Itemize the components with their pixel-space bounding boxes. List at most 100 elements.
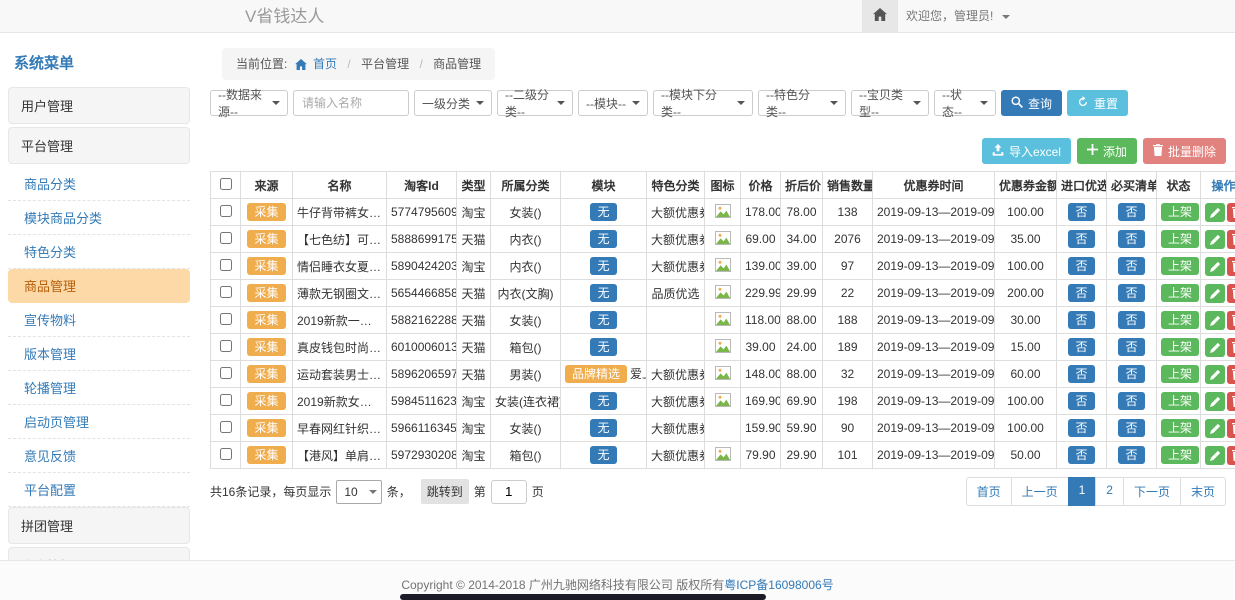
sidebar-item[interactable]: 宣传物料 [8,303,190,337]
imported-toggle[interactable]: 否 [1068,392,1094,410]
status-button[interactable]: 上架 [1161,338,1199,356]
delete-button[interactable] [1227,338,1235,357]
sidebar-item[interactable]: 启动页管理 [8,405,190,439]
delete-button[interactable] [1227,365,1235,384]
breadcrumb-home-link[interactable]: 首页 [313,57,337,71]
imported-toggle[interactable]: 否 [1068,419,1094,437]
imported-toggle[interactable]: 否 [1068,257,1094,275]
must-buy-toggle[interactable]: 否 [1118,230,1144,248]
sidebar-item[interactable]: 模块商品分类 [8,201,190,235]
sidebar-item[interactable]: 商品分类 [8,167,190,201]
edit-button[interactable] [1205,419,1225,438]
delete-button[interactable] [1227,284,1235,303]
filter-select[interactable]: --数据来源-- [210,90,288,116]
row-checkbox[interactable] [220,205,232,217]
delete-button[interactable] [1227,419,1235,438]
must-buy-toggle[interactable]: 否 [1118,338,1144,356]
status-button[interactable]: 上架 [1161,257,1199,275]
must-buy-toggle[interactable]: 否 [1118,311,1144,329]
edit-button[interactable] [1205,338,1225,357]
delete-button[interactable] [1227,257,1235,276]
imported-toggle[interactable]: 否 [1068,230,1094,248]
status-button[interactable]: 上架 [1161,365,1199,383]
row-checkbox[interactable] [220,340,232,352]
imported-toggle[interactable]: 否 [1068,284,1094,302]
edit-button[interactable] [1205,311,1225,330]
filter-select[interactable]: --模块-- [578,90,648,116]
sidebar-item[interactable]: 平台配置 [8,473,190,507]
edit-button[interactable] [1205,365,1225,384]
home-button[interactable] [862,0,898,32]
delete-button[interactable] [1227,446,1235,465]
row-checkbox[interactable] [220,394,232,406]
imported-toggle[interactable]: 否 [1068,203,1094,221]
imported-toggle[interactable]: 否 [1068,311,1094,329]
filter-select[interactable]: --模块下分类-- [653,90,753,116]
filter-select[interactable]: 一级分类 [414,90,492,116]
must-buy-toggle[interactable]: 否 [1118,419,1144,437]
jump-button[interactable]: 跳转到 [421,479,469,504]
status-button[interactable]: 上架 [1161,419,1199,437]
icp-link[interactable]: 粤ICP备16098006号 [724,578,833,592]
status-button[interactable]: 上架 [1161,230,1199,248]
filter-select[interactable]: --二级分类-- [497,90,573,116]
delete-button[interactable] [1227,230,1235,249]
page-button[interactable]: 上一页 [1011,477,1069,506]
status-button[interactable]: 上架 [1161,392,1199,410]
select-all-checkbox[interactable] [220,178,232,190]
jump-page-input[interactable] [491,480,527,504]
sidebar-item[interactable]: 平台管理 [8,127,190,164]
row-checkbox[interactable] [220,232,232,244]
sidebar-item[interactable]: 轮播管理 [8,371,190,405]
sidebar-item[interactable]: 特色分类 [8,235,190,269]
page-button[interactable]: 1 [1068,477,1097,506]
import-excel-button[interactable]: 导入excel [982,138,1071,164]
page-button[interactable]: 首页 [966,477,1012,506]
sidebar-item[interactable]: 版本管理 [8,337,190,371]
must-buy-toggle[interactable]: 否 [1118,284,1144,302]
must-buy-toggle[interactable]: 否 [1118,446,1144,464]
must-buy-toggle[interactable]: 否 [1118,392,1144,410]
status-button[interactable]: 上架 [1161,446,1199,464]
delete-button[interactable] [1227,311,1235,330]
page-button[interactable]: 末页 [1180,477,1226,506]
row-checkbox[interactable] [220,259,232,271]
user-menu[interactable]: 欢迎您，管理员! [906,0,1010,32]
sidebar-item[interactable]: 拼团管理 [8,507,190,544]
add-button[interactable]: 添加 [1077,138,1137,164]
delete-button[interactable] [1227,203,1235,222]
filter-select[interactable]: --宝贝类型-- [851,90,929,116]
row-checkbox[interactable] [220,448,232,460]
sidebar-item-active[interactable]: 商品管理 [8,269,190,303]
scrollbar-thumb[interactable] [400,594,766,600]
imported-toggle[interactable]: 否 [1068,446,1094,464]
search-input[interactable] [293,90,409,116]
batch-delete-button[interactable]: 批量删除 [1143,138,1226,164]
must-buy-toggle[interactable]: 否 [1118,365,1144,383]
filter-select[interactable]: --特色分类-- [758,90,846,116]
edit-button[interactable] [1205,257,1225,276]
filter-select[interactable]: --状态-- [934,90,996,116]
must-buy-toggle[interactable]: 否 [1118,257,1144,275]
must-buy-toggle[interactable]: 否 [1118,203,1144,221]
status-button[interactable]: 上架 [1161,203,1199,221]
edit-button[interactable] [1205,446,1225,465]
delete-button[interactable] [1227,392,1235,411]
page-button[interactable]: 2 [1095,477,1124,506]
row-checkbox[interactable] [220,367,232,379]
sidebar-item[interactable]: 用户管理 [8,87,190,124]
sidebar-item[interactable]: 意见反馈 [8,439,190,473]
edit-button[interactable] [1205,284,1225,303]
status-button[interactable]: 上架 [1161,284,1199,302]
page-size-select[interactable]: 10 [336,480,381,504]
reset-button[interactable]: 重置 [1067,90,1128,116]
row-checkbox[interactable] [220,421,232,433]
page-button[interactable]: 下一页 [1123,477,1181,506]
search-button[interactable]: 查询 [1001,90,1062,116]
imported-toggle[interactable]: 否 [1068,338,1094,356]
row-checkbox[interactable] [220,286,232,298]
edit-button[interactable] [1205,203,1225,222]
status-button[interactable]: 上架 [1161,311,1199,329]
edit-button[interactable] [1205,392,1225,411]
imported-toggle[interactable]: 否 [1068,365,1094,383]
